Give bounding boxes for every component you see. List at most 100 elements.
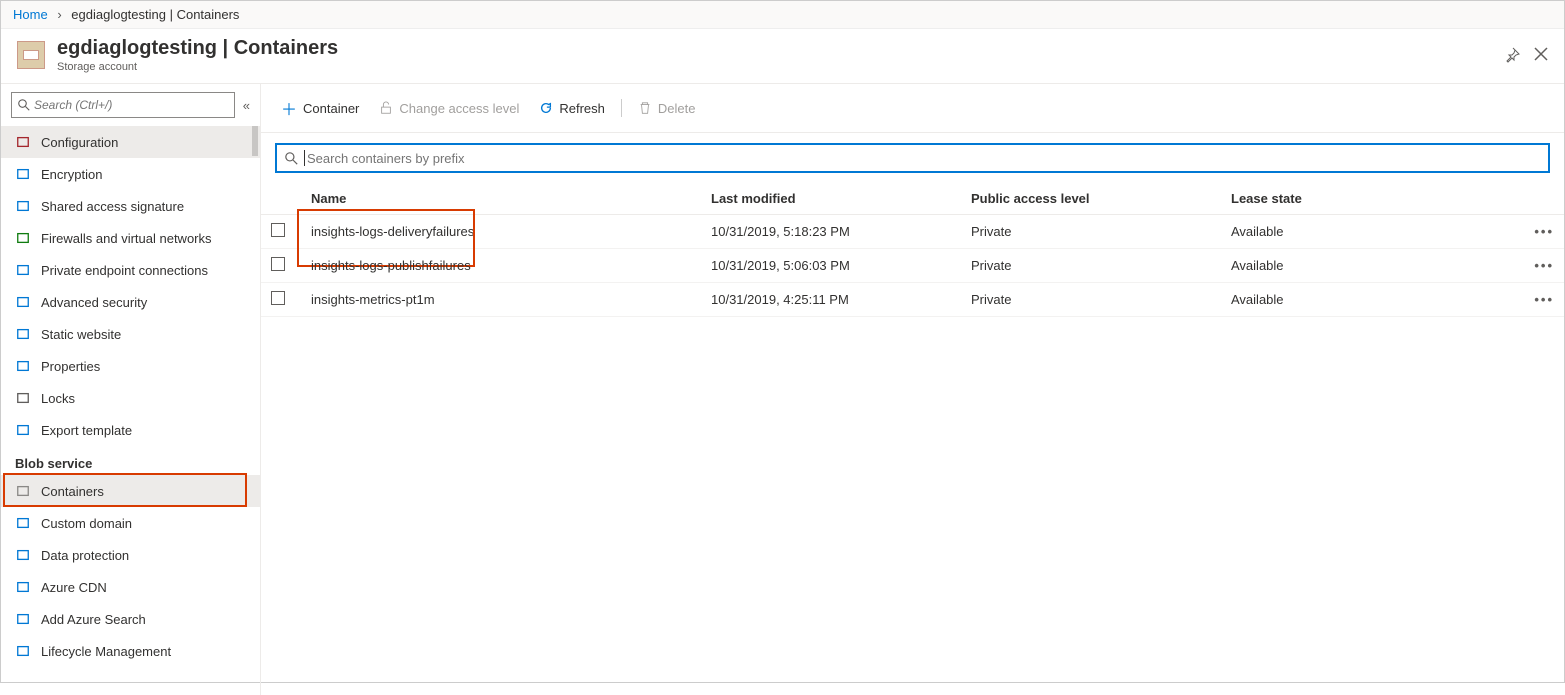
sidebar-item-label: Lifecycle Management (41, 644, 171, 659)
sidebar-item-label: Containers (41, 484, 104, 499)
close-icon[interactable] (1534, 47, 1548, 63)
scrollbar-thumb[interactable] (252, 126, 258, 156)
cell-access: Private (961, 283, 1221, 317)
sidebar-item-azure-cdn[interactable]: Azure CDN (1, 571, 260, 603)
sidebar-item-label: Configuration (41, 135, 118, 150)
sidebar-item-static-website[interactable]: Static website (1, 318, 260, 350)
link-icon (15, 198, 31, 214)
sidebar-item-label: Firewalls and virtual networks (41, 231, 212, 246)
shield-icon (15, 294, 31, 310)
sidebar-item-properties[interactable]: Properties (1, 350, 260, 382)
sidebar-item-data-protection[interactable]: Data protection (1, 539, 260, 571)
sidebar-item-label: Encryption (41, 167, 102, 182)
breadcrumb-home[interactable]: Home (13, 7, 48, 22)
breadcrumb-current: egdiaglogtesting | Containers (71, 7, 239, 22)
main-content: ＋ Container Change access level Refresh (261, 84, 1564, 695)
row-checkbox[interactable] (271, 257, 285, 271)
properties-icon (15, 358, 31, 374)
sidebar-section-blob: Blob service (1, 446, 260, 475)
delete-label: Delete (658, 101, 696, 116)
col-lease[interactable]: Lease state (1221, 183, 1524, 215)
container-name[interactable]: insights-logs-deliveryfailures (311, 224, 474, 239)
toolbar: ＋ Container Change access level Refresh (261, 84, 1564, 133)
collapse-sidebar-icon[interactable]: « (243, 98, 250, 113)
export-icon (15, 422, 31, 438)
refresh-icon (539, 101, 553, 115)
page-title: egdiaglogtesting | Containers (57, 37, 338, 60)
storage-account-icon (17, 41, 45, 69)
cell-lease: Available (1221, 283, 1524, 317)
sidebar-search-input[interactable] (34, 98, 228, 112)
sidebar-item-label: Data protection (41, 548, 129, 563)
refresh-button[interactable]: Refresh (531, 97, 613, 120)
more-actions-icon[interactable]: ••• (1534, 292, 1554, 307)
sidebar-item-shared-access-signature[interactable]: Shared access signature (1, 190, 260, 222)
more-actions-icon[interactable]: ••• (1534, 258, 1554, 273)
sidebar-item-encryption[interactable]: Encryption (1, 158, 260, 190)
container-name[interactable]: insights-logs-publishfailures (311, 258, 471, 273)
sidebar-item-label: Private endpoint connections (41, 263, 208, 278)
cell-modified: 10/31/2019, 5:18:23 PM (701, 215, 961, 249)
sidebar-item-label: Advanced security (41, 295, 147, 310)
sidebar-item-export-template[interactable]: Export template (1, 414, 260, 446)
col-access[interactable]: Public access level (961, 183, 1221, 215)
add-container-label: Container (303, 101, 359, 116)
sidebar-search[interactable] (11, 92, 235, 118)
cloud-icon (15, 579, 31, 595)
sidebar-item-label: Properties (41, 359, 100, 374)
container-filter-input[interactable] (307, 151, 1540, 166)
trash-icon (638, 101, 652, 115)
cloud-search-icon (15, 611, 31, 627)
table-row[interactable]: insights-metrics-pt1m 10/31/2019, 4:25:11… (261, 283, 1564, 317)
refresh-label: Refresh (559, 101, 605, 116)
sidebar-item-label: Shared access signature (41, 199, 184, 214)
container-filter[interactable] (275, 143, 1550, 173)
protect-icon (15, 547, 31, 563)
sidebar-item-firewalls-and-virtual-networks[interactable]: Firewalls and virtual networks (1, 222, 260, 254)
cell-lease: Available (1221, 215, 1524, 249)
breadcrumb-separator: › (57, 7, 61, 22)
search-icon (18, 99, 30, 111)
table-row[interactable]: insights-logs-publishfailures10/31/2019,… (261, 249, 1564, 283)
sidebar-item-label: Static website (41, 327, 121, 342)
pin-icon[interactable] (1504, 47, 1520, 63)
sidebar-item-containers[interactable]: Containers (1, 475, 260, 507)
sidebar-item-private-endpoint-connections[interactable]: Private endpoint connections (1, 254, 260, 286)
network-icon (15, 230, 31, 246)
sidebar-item-add-azure-search[interactable]: Add Azure Search (1, 603, 260, 635)
search-icon (285, 152, 298, 165)
cell-access: Private (961, 215, 1221, 249)
sidebar-item-configuration[interactable]: Configuration (1, 126, 260, 158)
containers-table: Name Last modified Public access level L… (261, 183, 1564, 317)
toolbar-divider (621, 99, 622, 117)
lifecycle-icon (15, 643, 31, 659)
cell-modified: 10/31/2019, 4:25:11 PM (701, 283, 961, 317)
sidebar-item-label: Export template (41, 423, 132, 438)
change-access-label: Change access level (399, 101, 519, 116)
cell-access: Private (961, 249, 1221, 283)
toolbox-icon (15, 134, 31, 150)
sidebar-item-label: Azure CDN (41, 580, 107, 595)
page-subtitle: Storage account (57, 61, 338, 73)
more-actions-icon[interactable]: ••• (1534, 224, 1554, 239)
col-name[interactable]: Name (301, 183, 701, 215)
sidebar-item-advanced-security[interactable]: Advanced security (1, 286, 260, 318)
table-row[interactable]: insights-logs-deliveryfailures 10/31/2019… (261, 215, 1564, 249)
blade-header: egdiaglogtesting | Containers Storage ac… (1, 29, 1564, 84)
container-icon (15, 483, 31, 499)
sidebar-item-label: Locks (41, 391, 75, 406)
row-checkbox[interactable] (271, 291, 285, 305)
sidebar-item-custom-domain[interactable]: Custom domain (1, 507, 260, 539)
add-container-button[interactable]: ＋ Container (273, 92, 367, 124)
sidebar-item-label: Custom domain (41, 516, 132, 531)
endpoint-icon (15, 262, 31, 278)
sidebar-item-locks[interactable]: Locks (1, 382, 260, 414)
col-modified[interactable]: Last modified (701, 183, 961, 215)
plus-icon: ＋ (281, 96, 297, 120)
change-access-button: Change access level (371, 97, 527, 120)
delete-button: Delete (630, 97, 704, 120)
sidebar-item-lifecycle-management[interactable]: Lifecycle Management (1, 635, 260, 667)
row-checkbox[interactable] (271, 223, 285, 237)
container-name[interactable]: insights-metrics-pt1m (311, 292, 435, 307)
domain-icon (15, 515, 31, 531)
